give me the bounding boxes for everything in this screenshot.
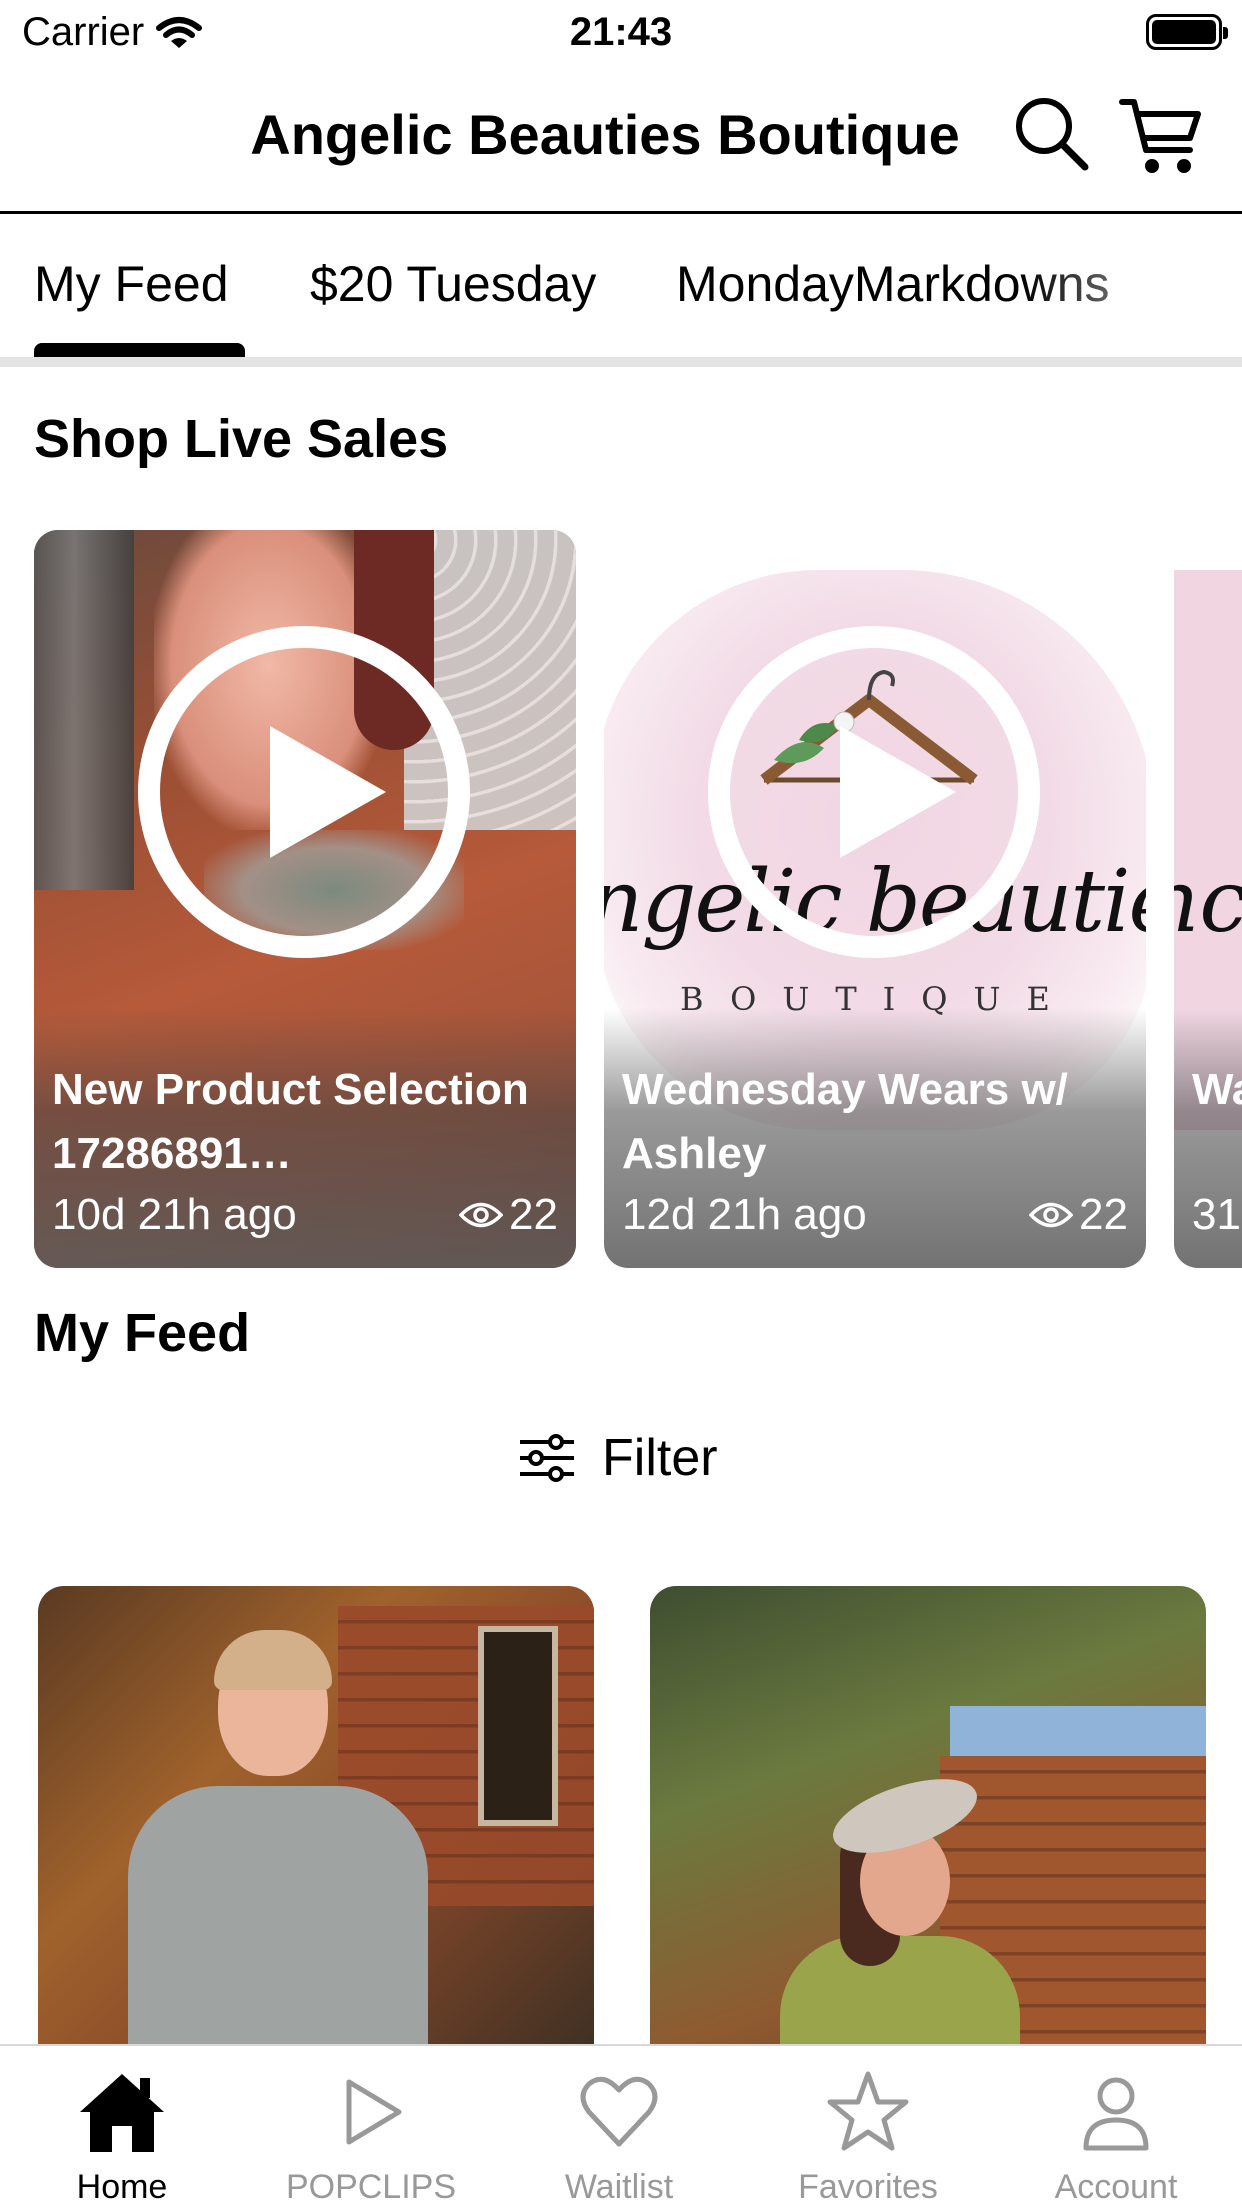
active-tab-indicator bbox=[34, 343, 245, 357]
filter-label: Filter bbox=[602, 1429, 718, 1487]
status-time: 21:43 bbox=[569, 10, 673, 54]
tab-fade bbox=[1022, 217, 1242, 357]
live-sale-time: 10d 21h ago bbox=[52, 1190, 297, 1239]
cart-button[interactable] bbox=[1118, 94, 1204, 180]
filter-button[interactable]: Filter bbox=[518, 1428, 718, 1488]
live-sales-carousel[interactable]: New Product Selection 17286891… 10d 21h … bbox=[0, 530, 1242, 1268]
feed-heading: My Feed bbox=[34, 1303, 251, 1363]
tab-my-feed[interactable]: My Feed bbox=[34, 255, 229, 313]
tab-favorites-label: Favorites bbox=[798, 2168, 938, 2206]
tab-home[interactable]: Home bbox=[22, 2070, 222, 2207]
window-image bbox=[478, 1626, 558, 1826]
live-sale-time: 31 bbox=[1192, 1190, 1241, 1239]
person-icon bbox=[1083, 2077, 1149, 2151]
star-icon bbox=[827, 2071, 909, 2151]
live-sale-title: Wednesday Wears w/ Ashley bbox=[622, 1065, 1068, 1178]
play-icon bbox=[346, 2079, 402, 2145]
live-sale-card[interactable]: nc Wa 31 bbox=[1174, 530, 1242, 1268]
tab-popclips-label: POPCLIPS bbox=[285, 2168, 457, 2206]
cart-icon bbox=[1119, 99, 1201, 173]
category-tabs: My Feed $20 Tuesday MondayMarkdowns bbox=[0, 217, 1242, 367]
search-button[interactable] bbox=[1012, 94, 1092, 174]
play-icon[interactable] bbox=[708, 626, 1040, 958]
model-image bbox=[128, 1630, 428, 2056]
eye-icon bbox=[1029, 1202, 1074, 1228]
live-sale-card[interactable]: ngelic beauties BOUTIQUE Wednesday Wears… bbox=[604, 530, 1146, 1268]
tab-favorites[interactable]: Favorites bbox=[768, 2070, 968, 2207]
live-sales-heading: Shop Live Sales bbox=[34, 409, 449, 469]
bottom-tab-bar: Home POPCLIPS Waitlist Favorites Account bbox=[0, 2044, 1242, 2208]
search-icon bbox=[1016, 98, 1089, 171]
live-sale-title: Wa bbox=[1192, 1065, 1242, 1114]
live-sale-time: 12d 21h ago bbox=[622, 1190, 867, 1239]
eye-icon bbox=[459, 1202, 504, 1228]
play-icon[interactable] bbox=[138, 626, 470, 958]
sliders-icon bbox=[520, 1434, 574, 1482]
live-sale-title: New Product Selection 17286891… bbox=[52, 1065, 529, 1178]
live-sale-views: 22 bbox=[459, 1190, 558, 1240]
boutique-logo-script: nc bbox=[1174, 852, 1242, 952]
tab-home-label: Home bbox=[76, 2168, 168, 2206]
app-header: Angelic Beauties Boutique bbox=[0, 66, 1242, 214]
home-icon bbox=[80, 2074, 164, 2152]
feed-product-card[interactable] bbox=[38, 1586, 594, 2056]
model-image bbox=[770, 1764, 1030, 2056]
tab-popclips[interactable]: POPCLIPS bbox=[271, 2070, 471, 2207]
jewelry-rack-image bbox=[34, 530, 134, 890]
live-sale-card[interactable]: New Product Selection 17286891… 10d 21h … bbox=[34, 530, 576, 1268]
tab-20-tuesday[interactable]: $20 Tuesday bbox=[310, 255, 596, 313]
tab-waitlist[interactable]: Waitlist bbox=[519, 2070, 719, 2207]
status-bar: Carrier 21:43 bbox=[0, 0, 1242, 66]
tab-account-label: Account bbox=[1054, 2168, 1178, 2206]
live-sale-views: 22 bbox=[1029, 1190, 1128, 1240]
battery-icon bbox=[1146, 14, 1228, 50]
tab-waitlist-label: Waitlist bbox=[564, 2168, 674, 2206]
heart-icon bbox=[580, 2076, 658, 2147]
tab-account[interactable]: Account bbox=[1016, 2070, 1216, 2207]
feed-product-card[interactable] bbox=[650, 1586, 1206, 2056]
